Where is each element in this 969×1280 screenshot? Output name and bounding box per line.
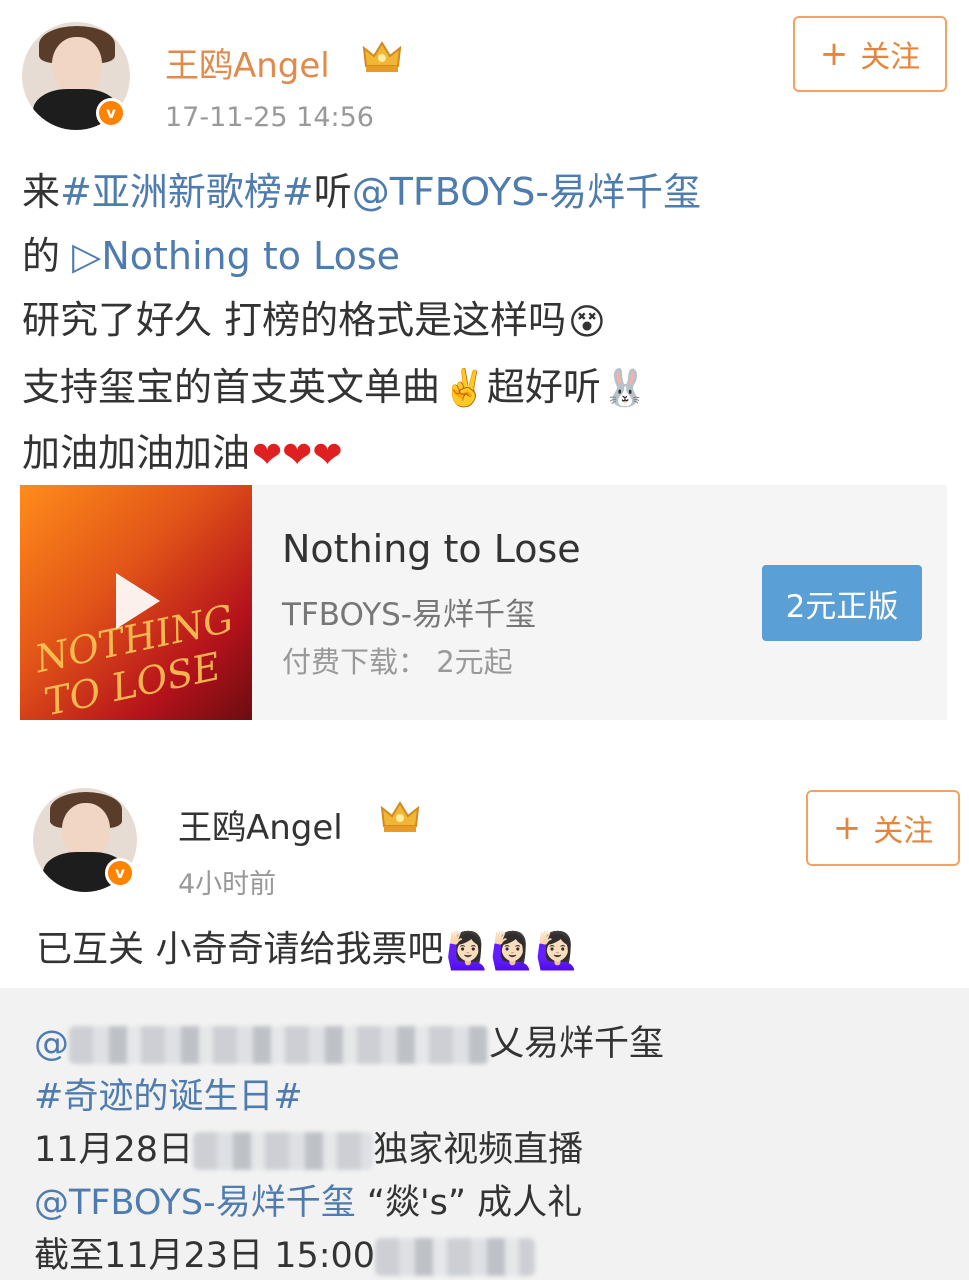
verified-badge-icon: v [96, 98, 126, 128]
repost-line: @ 乂易烊千玺 [34, 1018, 664, 1071]
post-text: 已互关 小奇奇请给我票吧 [36, 929, 444, 970]
hearts-icon: ❤❤❤ [252, 434, 343, 476]
weibo-post-1: v 王鸥Angel 17-11-25 14:56 + 关注 来#亚洲新歌榜#听@… [0, 0, 969, 740]
repost-line: @TFBOYS-易烊千玺 “燚's” 成人礼 [34, 1177, 664, 1230]
post-timestamp: 17-11-25 14:56 [165, 102, 374, 133]
bunny-icon: 🐰 [602, 368, 648, 409]
post-text: 听 [313, 170, 352, 214]
mention-link[interactable]: @TFBOYS-易烊千玺 [34, 1183, 356, 1223]
post-line: 来#亚洲新歌榜#听@TFBOYS-易烊千玺 [22, 160, 701, 224]
post-text: 来 [22, 170, 61, 214]
repost-text: 11月28日 [34, 1130, 194, 1170]
post-line: 加油加油加油❤❤❤ [22, 421, 701, 488]
post-line: 的 ▷Nothing to Lose [22, 224, 701, 288]
post-text: 支持玺宝的首支英文单曲 [22, 364, 441, 409]
reposted-content[interactable]: @ 乂易烊千玺 #奇迹的诞生日# 11月28日 独家视频直播 @TFBOYS-易烊千… [0, 988, 969, 1280]
song-title: Nothing to Lose [282, 527, 581, 571]
victory-hand-icon: ✌️ [442, 368, 487, 409]
post-divider [0, 740, 969, 770]
verified-badge-icon: v [105, 858, 135, 888]
follow-button[interactable]: + 关注 [793, 16, 947, 92]
post-text: 加油加油加油 [22, 431, 251, 475]
weibo-post-2: v 王鸥Angel 4小时前 + 关注 已互关 小奇奇请给我票吧🙋🏻‍♀️🙋🏻‍… [0, 770, 969, 1280]
topic-link[interactable]: #奇迹的诞生日# [34, 1077, 303, 1117]
repost-text: 截至11月23日 15:00 [34, 1236, 376, 1276]
post-timestamp: 4小时前 [178, 869, 277, 900]
blurred-region [375, 1238, 536, 1276]
repost-text: 乂易烊千玺 [489, 1024, 665, 1064]
blurred-region [193, 1132, 374, 1170]
follow-button[interactable]: + 关注 [806, 790, 960, 866]
dizzy-face-icon: 😵 [568, 301, 606, 343]
mention-link[interactable]: @TFBOYS-易烊千玺 [352, 170, 701, 214]
plus-icon: + [819, 34, 849, 74]
crown-vip-icon [380, 801, 420, 832]
song-price: 付费下载： 2元起 [282, 645, 513, 679]
song-artist: TFBOYS-易烊千玺 [282, 597, 536, 633]
avatar-face [52, 37, 102, 94]
repost-line: 截至11月23日 15:00 [34, 1230, 664, 1280]
buy-button[interactable]: 2元正版 [762, 565, 922, 641]
raising-hand-icon: 🙋🏻‍♀️🙋🏻‍♀️🙋🏻‍♀️ [445, 931, 580, 972]
repost-body: @ 乂易烊千玺 #奇迹的诞生日# 11月28日 独家视频直播 @TFBOYS-易烊千… [34, 1018, 664, 1280]
blurred-region [69, 1026, 489, 1064]
post-body: 来#亚洲新歌榜#听@TFBOYS-易烊千玺 的 ▷Nothing to Lose… [22, 160, 701, 488]
post-line: 支持玺宝的首支英文单曲✌️超好听🐰 [22, 355, 701, 422]
topic-link[interactable]: #亚洲新歌榜# [60, 170, 314, 214]
album-cover[interactable]: NOTHING TO LOSE [20, 485, 252, 720]
avatar-face [62, 802, 110, 857]
plus-icon: + [832, 808, 862, 848]
follow-label: 关注 [873, 814, 934, 849]
username[interactable]: 王鸥Angel [165, 38, 330, 87]
username[interactable]: 王鸥Angel [178, 800, 343, 849]
post-text: 的 [22, 234, 61, 278]
post-text: 超好听 [486, 364, 601, 409]
follow-label: 关注 [860, 40, 921, 75]
play-icon[interactable] [116, 573, 160, 629]
music-link[interactable]: ▷Nothing to Lose [72, 234, 400, 278]
repost-line: #奇迹的诞生日# [34, 1071, 664, 1124]
repost-text: “燚's” 成人礼 [355, 1183, 583, 1223]
post-text: 研究了好久 打榜的格式是这样吗 [22, 298, 567, 342]
post-body: 已互关 小奇奇请给我票吧🙋🏻‍♀️🙋🏻‍♀️🙋🏻‍♀️ [36, 920, 580, 972]
mention-link[interactable]: @ [34, 1024, 69, 1064]
crown-vip-icon [362, 41, 402, 72]
repost-line: 11月28日 独家视频直播 [34, 1124, 664, 1177]
music-card[interactable]: NOTHING TO LOSE Nothing to Lose TFBOYS-易… [20, 485, 947, 720]
repost-text: 独家视频直播 [373, 1130, 584, 1170]
post-line: 研究了好久 打榜的格式是这样吗😵 [22, 288, 701, 355]
